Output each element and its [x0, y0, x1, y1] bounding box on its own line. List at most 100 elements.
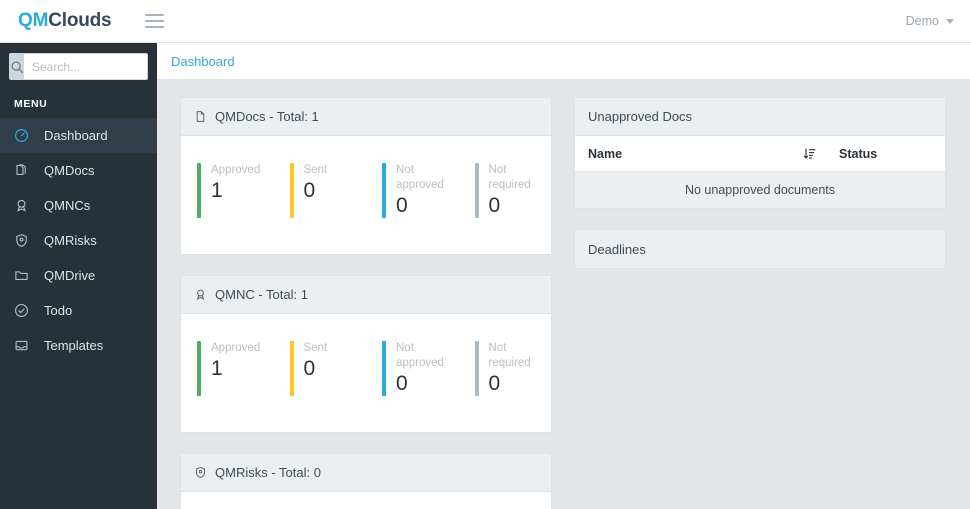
user-menu[interactable]: Demo — [906, 14, 954, 28]
panel-header: Deadlines — [575, 230, 945, 268]
stat-not-approved: Not approved 0 — [366, 341, 459, 396]
check-circle-icon — [14, 303, 36, 318]
user-menu-label: Demo — [905, 14, 939, 28]
sidebar-section-label: MENU — [14, 98, 48, 110]
logo-prefix: QM — [18, 10, 49, 31]
hamburger-bar — [145, 14, 165, 16]
shield-icon — [194, 466, 207, 479]
sidebar: MENU Dashboard QMDocs — [0, 43, 157, 509]
stat-label: Approved — [211, 164, 261, 176]
sidebar-item-label: QMNCs — [44, 198, 91, 213]
panel-header: Unapproved Docs — [575, 98, 945, 136]
chevron-down-icon — [946, 18, 954, 24]
card-title: QMDocs - Total: 1 — [215, 109, 319, 124]
stat-sent: Sent 0 — [274, 163, 367, 218]
stat-value: 1 — [211, 179, 223, 202]
stat-row: Approved 1 Sent 0 Not approved 0 Not req… — [181, 136, 551, 254]
sidebar-item-qmdocs[interactable]: QMDocs — [0, 153, 157, 188]
app-logo[interactable]: QMClouds — [18, 10, 112, 32]
sidebar-item-dashboard[interactable]: Dashboard — [0, 118, 157, 153]
breadcrumb: Dashboard — [157, 43, 970, 80]
stat-not-required: Not required 0 — [459, 341, 552, 396]
stat-not-approved: Not approved 0 — [366, 163, 459, 218]
panel-title: Unapproved Docs — [588, 109, 693, 124]
card-title: QMRisks - Total: 0 — [215, 465, 321, 480]
sidebar-item-qmncs[interactable]: QMNCs — [0, 188, 157, 223]
column-header-status[interactable]: Status — [817, 147, 945, 161]
left-column: QMDocs - Total: 1 Approved 1 Sent 0 Not … — [180, 97, 552, 509]
award-icon — [194, 288, 207, 301]
panel-body: Name Status No unapproved documents — [575, 136, 945, 208]
stat-label: Not required — [488, 342, 531, 369]
sidebar-item-qmrisks[interactable]: QMRisks — [0, 223, 157, 258]
award-icon — [14, 198, 36, 213]
search-input[interactable] — [24, 54, 147, 79]
sort-descending-icon[interactable] — [803, 147, 817, 161]
hamburger-icon[interactable] — [145, 14, 165, 28]
panel-deadlines: Deadlines — [574, 229, 946, 269]
card-header: QMDocs - Total: 1 — [181, 98, 551, 136]
stat-label: Not approved — [396, 342, 444, 369]
main-content: QMDocs - Total: 1 Approved 1 Sent 0 Not … — [157, 80, 970, 509]
sidebar-item-todo[interactable]: Todo — [0, 293, 157, 328]
sidebar-item-label: Templates — [44, 338, 104, 353]
card-qmnc: QMNC - Total: 1 Approved 1 Sent 0 Not ap… — [180, 275, 552, 433]
shield-icon — [14, 233, 36, 248]
stat-value: 0 — [488, 372, 501, 395]
stat-value: 0 — [488, 194, 501, 217]
stat-color-bar — [197, 341, 201, 396]
sidebar-item-qmdrive[interactable]: QMDrive — [0, 258, 157, 293]
stat-sent: Sent 0 — [274, 341, 367, 396]
stat-value: 0 — [396, 194, 408, 217]
inbox-icon — [14, 338, 36, 353]
search-box[interactable] — [9, 53, 148, 80]
file-icon — [194, 110, 207, 123]
card-body: Approved 1 Sent 0 Not approved 0 Not req… — [181, 314, 551, 432]
empty-state-message: No unapproved documents — [575, 172, 945, 208]
sidebar-item-templates[interactable]: Templates — [0, 328, 157, 363]
panel-unapproved-docs: Unapproved Docs Name Status No unapprove… — [574, 97, 946, 209]
sidebar-item-label: QMDocs — [44, 163, 95, 178]
stat-label: Approved — [211, 342, 261, 354]
breadcrumb-current[interactable]: Dashboard — [171, 54, 235, 69]
card-qmdocs: QMDocs - Total: 1 Approved 1 Sent 0 Not … — [180, 97, 552, 255]
stat-label: Not approved — [396, 164, 444, 191]
card-header: QMNC - Total: 1 — [181, 276, 551, 314]
stat-color-bar — [474, 341, 479, 396]
table-header-row: Name Status — [575, 136, 945, 172]
stat-color-bar — [382, 341, 386, 396]
sidebar-item-label: QMDrive — [44, 268, 96, 283]
stat-color-bar — [382, 163, 386, 218]
hamburger-bar — [145, 20, 165, 22]
stat-color-bar — [197, 163, 201, 218]
stat-value: 0 — [396, 372, 408, 395]
card-title: QMNC - Total: 1 — [215, 287, 308, 302]
speedometer-icon — [14, 128, 36, 143]
column-header-name[interactable]: Name — [575, 147, 803, 161]
documents-icon — [14, 163, 36, 178]
stat-approved: Approved 1 — [181, 341, 274, 396]
card-header: QMRisks - Total: 0 — [181, 454, 551, 492]
sidebar-item-label: Dashboard — [44, 128, 108, 143]
stat-color-bar — [474, 163, 479, 218]
hamburger-bar — [145, 26, 165, 28]
card-qmrisks: QMRisks - Total: 0 Approved 0 — [180, 453, 552, 509]
stat-label: Not required — [488, 164, 531, 191]
sidebar-item-label: QMRisks — [44, 233, 97, 248]
stat-color-bar — [289, 341, 294, 396]
stat-value: 0 — [303, 357, 316, 380]
search-icon — [10, 54, 24, 79]
folder-icon — [14, 268, 36, 283]
panel-title: Deadlines — [588, 241, 646, 257]
logo-suffix: Clouds — [48, 10, 112, 31]
top-bar: QMClouds Demo — [0, 0, 970, 43]
stat-row: Approved 0 Sent 0 — [181, 492, 551, 509]
stat-label: Sent — [303, 164, 328, 176]
stat-row: Approved 1 Sent 0 Not approved 0 Not req… — [181, 314, 551, 432]
stat-color-bar — [289, 163, 294, 218]
right-column: Unapproved Docs Name Status No unapprove… — [574, 97, 946, 509]
card-body: Approved 1 Sent 0 Not approved 0 Not req… — [181, 136, 551, 254]
stat-value: 1 — [211, 357, 223, 380]
card-body: Approved 0 Sent 0 — [181, 492, 551, 509]
stat-label: Sent — [303, 342, 328, 354]
